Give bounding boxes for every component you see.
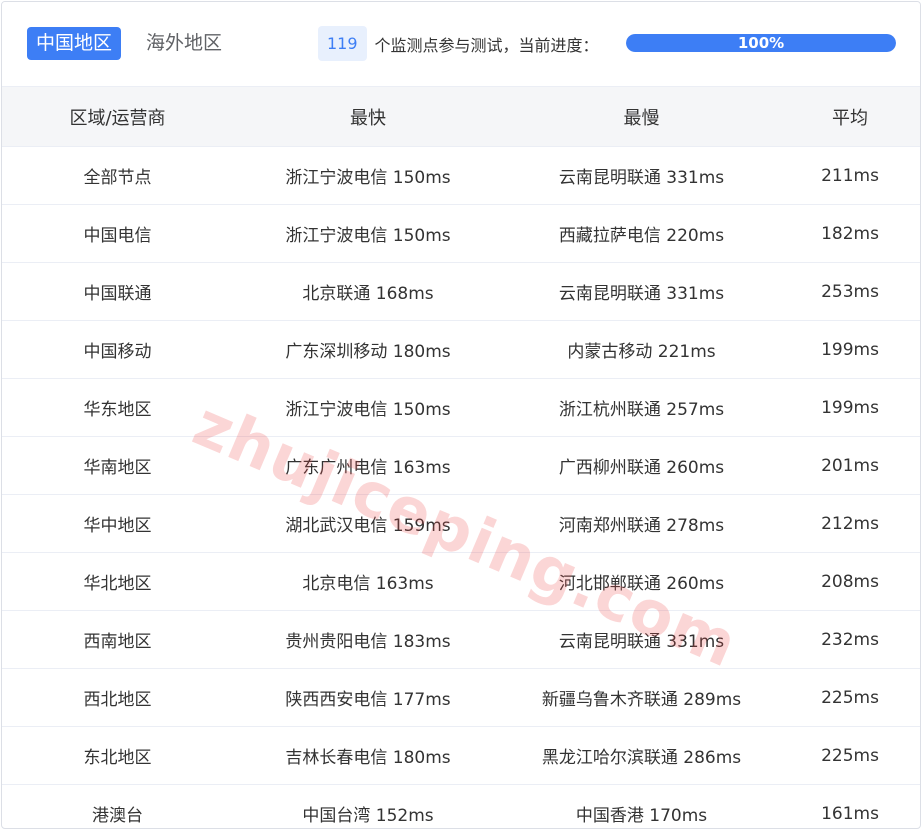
cell-slowest: 云南昆明联通 331ms: [503, 262, 780, 321]
cell-region: 港澳台: [92, 806, 143, 826]
tab-overseas-region[interactable]: 海外地区: [137, 27, 231, 60]
cell-region: 西南地区: [2, 610, 233, 669]
column-header-region: 区域/运营商: [2, 87, 233, 147]
cell-average: 199ms: [780, 378, 920, 437]
cell-fastest: 浙江宁波电信 150ms: [233, 146, 503, 205]
table-row: 西南地区 贵州贵阳电信 183ms 云南昆明联通 331ms 232ms: [2, 610, 920, 669]
cell-slowest: 河北邯郸联通 260ms: [503, 552, 780, 611]
cell-region: 中国电信: [2, 204, 233, 263]
cell-average: 182ms: [780, 204, 920, 263]
results-table: 区域/运营商 最快 最慢 平均 全部节点 浙江宁波电信 150ms 云南昆明联通 3…: [2, 87, 920, 829]
cell-region: 中国移动: [2, 320, 233, 379]
cell-average: 211ms: [780, 146, 920, 205]
cell-fastest: 浙江宁波电信 150ms: [233, 204, 503, 263]
cell-fastest: 吉林长春电信 180ms: [233, 726, 503, 785]
progress-bar: 100%: [626, 34, 896, 52]
cell-slowest: 浙江杭州联通 257ms: [503, 378, 780, 437]
table-row: 中国电信 浙江宁波电信 150ms 西藏拉萨电信 220ms 182ms: [2, 204, 920, 263]
cell-fastest: 陕西西安电信 177ms: [233, 668, 503, 727]
cell-slowest: 河南郑州联通 278ms: [503, 494, 780, 553]
cell-slowest: 中国香港 170ms: [575, 806, 708, 826]
cell-fastest: 广东深圳移动 180ms: [233, 320, 503, 379]
cell-slowest: 云南昆明联通 331ms: [503, 610, 780, 669]
cell-slowest: 新疆乌鲁木齐联通 289ms: [503, 668, 780, 727]
cell-region: 东北地区: [2, 726, 233, 785]
table-row: 华东地区 浙江宁波电信 150ms 浙江杭州联通 257ms 199ms: [2, 378, 920, 437]
table-row: 华中地区 湖北武汉电信 159ms 河南郑州联通 278ms 212ms: [2, 494, 920, 553]
table-row: 西北地区 陕西西安电信 177ms 新疆乌鲁木齐联通 289ms 225ms: [2, 668, 920, 727]
cell-average: 201ms: [780, 436, 920, 495]
table-row: 东北地区 吉林长春电信 180ms 黑龙江哈尔滨联通 286ms 225ms: [2, 726, 920, 785]
column-header-average: 平均: [780, 87, 920, 147]
cell-slowest: 广西柳州联通 260ms: [503, 436, 780, 495]
cell-average: 161ms: [821, 803, 879, 824]
progress-percent-label: 100%: [737, 34, 785, 52]
cell-slowest: 内蒙古移动 221ms: [503, 320, 780, 379]
cell-fastest: 贵州贵阳电信 183ms: [233, 610, 503, 669]
cell-region: 中国联通: [2, 262, 233, 321]
cell-average: 208ms: [780, 552, 920, 611]
cell-region: 华东地区: [2, 378, 233, 437]
table-row: 中国联通 北京联通 168ms 云南昆明联通 331ms 253ms: [2, 262, 920, 321]
cell-region: 华中地区: [2, 494, 233, 553]
column-header-slowest: 最慢: [503, 87, 780, 147]
cell-region: 全部节点: [2, 146, 233, 205]
column-header-fastest: 最快: [233, 87, 503, 147]
table-row: 华南地区 广东广州电信 163ms 广西柳州联通 260ms 201ms: [2, 436, 920, 495]
cell-average: 212ms: [780, 494, 920, 553]
cell-average: 225ms: [780, 668, 920, 727]
cell-region: 西北地区: [2, 668, 233, 727]
cell-average: 225ms: [780, 726, 920, 785]
cell-slowest: 西藏拉萨电信 220ms: [503, 204, 780, 263]
table-row: 中国移动 广东深圳移动 180ms 内蒙古移动 221ms 199ms: [2, 320, 920, 379]
node-count-badge: 119: [318, 26, 367, 61]
cell-average: 232ms: [780, 610, 920, 669]
table-header-row: 区域/运营商 最快 最慢 平均: [2, 87, 920, 147]
cell-average: 253ms: [780, 262, 920, 321]
progress-description: 个监测点参与测试，当前进度：: [374, 35, 599, 55]
cell-fastest: 广东广州电信 163ms: [233, 436, 503, 495]
cell-fastest: 浙江宁波电信 150ms: [233, 378, 503, 437]
cell-fastest: 北京电信 163ms: [233, 552, 503, 611]
cell-fastest: 中国台湾 152ms: [302, 806, 434, 826]
cell-region: 华南地区: [2, 436, 233, 495]
cell-average: 199ms: [780, 320, 920, 379]
progress-summary: 119 个监测点参与测试，当前进度：: [318, 26, 599, 61]
speed-test-panel: 中国地区 海外地区 119 个监测点参与测试，当前进度： 100% 区域/运营商…: [1, 1, 921, 829]
toolbar: 中国地区 海外地区 119 个监测点参与测试，当前进度： 100%: [2, 2, 920, 87]
cell-region: 华北地区: [2, 552, 233, 611]
cell-fastest: 北京联通 168ms: [233, 262, 503, 321]
table-row: 华北地区 北京电信 163ms 河北邯郸联通 260ms 208ms: [2, 552, 920, 611]
table-body: 全部节点 浙江宁波电信 150ms 云南昆明联通 331ms 211ms 中国电信 浙江宁…: [2, 146, 920, 829]
tab-china-region[interactable]: 中国地区: [27, 27, 122, 60]
table-row: 港澳台 中国台湾 152ms 中国香港 170ms 161ms: [2, 785, 920, 829]
cell-fastest: 湖北武汉电信 159ms: [233, 494, 503, 553]
cell-slowest: 黑龙江哈尔滨联通 286ms: [503, 726, 780, 785]
cell-slowest: 云南昆明联通 331ms: [503, 146, 780, 205]
table-row: 全部节点 浙江宁波电信 150ms 云南昆明联通 331ms 211ms: [2, 146, 920, 205]
